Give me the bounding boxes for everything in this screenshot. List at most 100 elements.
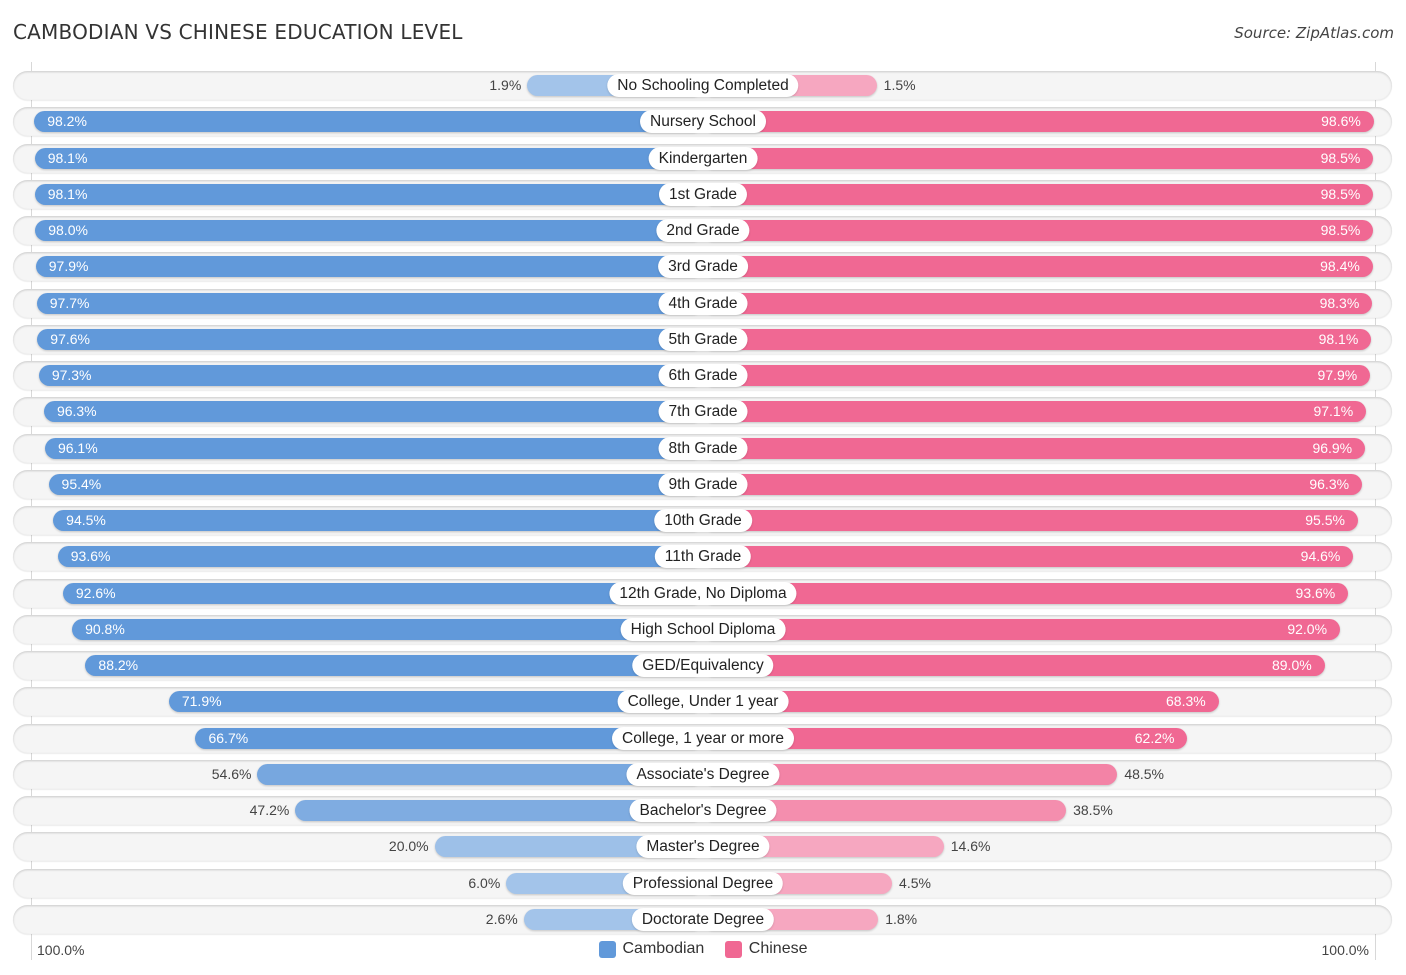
value-label-cambodian: 94.5% xyxy=(66,512,106,528)
category-label: Professional Degree xyxy=(622,871,784,895)
value-label-chinese: 92.0% xyxy=(1287,620,1328,637)
value-label-cambodian: 96.3% xyxy=(56,403,97,420)
category-label: 11th Grade xyxy=(654,545,752,569)
category-label: 8th Grade xyxy=(658,436,748,460)
value-label-chinese: 1.8% xyxy=(885,910,918,927)
bar-chinese[interactable] xyxy=(703,510,1358,531)
value-label-chinese: 96.9% xyxy=(1312,439,1353,456)
value-label-chinese: 98.6% xyxy=(1321,113,1361,130)
bar-chinese[interactable] xyxy=(703,618,1341,640)
value-label-cambodian: 95.4% xyxy=(61,475,102,492)
bar-chinese[interactable] xyxy=(703,582,1349,604)
value-label-chinese: 98.5% xyxy=(1320,149,1361,166)
bar-cambodian[interactable] xyxy=(53,510,703,531)
value-label-chinese: 62.2% xyxy=(1134,729,1175,746)
legend-swatch-chinese xyxy=(724,940,742,958)
legend-swatch-cambodian xyxy=(598,940,616,958)
legend-item-chinese[interactable]: Chinese xyxy=(724,940,808,958)
chart-area: 1.9% 1.5% No Schooling Completed 98.2% 98.6%… xyxy=(0,0,1406,975)
value-label-chinese: 98.5% xyxy=(1320,185,1361,202)
value-label-cambodian: 97.7% xyxy=(49,294,90,311)
bar-chinese[interactable] xyxy=(703,473,1363,495)
bar-cambodian[interactable] xyxy=(35,256,703,278)
bar-cambodian[interactable] xyxy=(72,618,703,640)
value-label-chinese: 93.6% xyxy=(1295,584,1336,601)
category-label: College, 1 year or more xyxy=(612,726,794,750)
legend-label-cambodian: Cambodian xyxy=(622,940,705,957)
bar-cambodian[interactable] xyxy=(34,183,703,205)
category-label: 12th Grade, No Diploma xyxy=(609,581,797,605)
value-label-chinese: 96.3% xyxy=(1309,475,1350,492)
value-label-chinese: 89.0% xyxy=(1271,657,1312,673)
bar-chinese[interactable] xyxy=(703,220,1374,241)
bar-cambodian[interactable] xyxy=(37,328,703,350)
value-label-chinese: 94.6% xyxy=(1300,548,1341,565)
bar-cambodian[interactable] xyxy=(34,147,703,169)
legend-label-chinese: Chinese xyxy=(748,940,808,957)
bar-cambodian[interactable] xyxy=(62,582,703,604)
value-label-chinese: 97.1% xyxy=(1313,403,1354,420)
bar-chinese[interactable] xyxy=(703,655,1325,676)
category-label: No Schooling Completed xyxy=(607,74,799,97)
bar-chinese[interactable] xyxy=(703,437,1366,459)
category-label: Associate's Degree xyxy=(626,762,780,786)
value-label-chinese: 1.5% xyxy=(883,77,916,93)
bar-cambodian[interactable] xyxy=(34,111,703,133)
value-label-cambodian: 6.0% xyxy=(468,874,501,891)
value-label-cambodian: 96.1% xyxy=(57,439,98,456)
value-label-cambodian: 98.0% xyxy=(48,222,88,238)
bar-cambodian[interactable] xyxy=(36,292,703,314)
category-label: 5th Grade xyxy=(658,327,748,351)
value-label-cambodian: 54.6% xyxy=(211,765,252,782)
bar-chinese[interactable] xyxy=(703,401,1367,423)
value-label-cambodian: 92.6% xyxy=(75,584,116,601)
category-label: College, Under 1 year xyxy=(617,690,789,714)
value-label-cambodian: 98.2% xyxy=(47,113,87,130)
value-label-cambodian: 20.0% xyxy=(388,838,429,855)
category-label: Bachelor's Degree xyxy=(629,799,777,822)
bar-cambodian[interactable] xyxy=(38,365,703,386)
value-label-chinese: 98.1% xyxy=(1318,330,1359,347)
category-label: Master's Degree xyxy=(636,835,770,859)
category-label: 4th Grade xyxy=(658,291,748,315)
bar-chinese[interactable] xyxy=(703,111,1374,133)
category-label: Kindergarten xyxy=(648,146,758,170)
value-label-cambodian: 47.2% xyxy=(249,802,290,818)
bar-chinese[interactable] xyxy=(703,292,1373,314)
value-label-cambodian: 71.9% xyxy=(181,693,222,710)
legend-item-cambodian[interactable]: Cambodian xyxy=(598,940,705,958)
category-label: GED/Equivalency xyxy=(632,654,774,677)
bar-chinese[interactable] xyxy=(703,147,1374,169)
bar-cambodian[interactable] xyxy=(48,473,703,495)
category-label: Nursery School xyxy=(640,110,766,134)
bar-cambodian[interactable] xyxy=(57,546,703,568)
value-label-chinese: 68.3% xyxy=(1166,693,1206,710)
value-label-cambodian: 98.1% xyxy=(47,185,88,202)
value-label-chinese: 38.5% xyxy=(1073,802,1113,818)
value-label-cambodian: 97.9% xyxy=(48,258,89,275)
value-label-chinese: 4.5% xyxy=(899,874,931,891)
category-label: 7th Grade xyxy=(658,400,748,424)
value-label-chinese: 98.4% xyxy=(1320,258,1360,275)
bar-cambodian[interactable] xyxy=(43,401,703,423)
bar-chinese[interactable] xyxy=(703,183,1374,205)
bar-cambodian[interactable] xyxy=(35,220,703,241)
category-label: 1st Grade xyxy=(658,182,748,206)
category-label: Doctorate Degree xyxy=(631,907,775,931)
category-label: High School Diploma xyxy=(620,617,786,641)
value-label-chinese: 98.3% xyxy=(1319,294,1360,311)
bar-chinese[interactable] xyxy=(703,256,1373,278)
bar-cambodian[interactable] xyxy=(44,437,703,459)
category-label: 9th Grade xyxy=(658,472,748,496)
bar-chinese[interactable] xyxy=(703,365,1371,386)
bar-chinese[interactable] xyxy=(703,546,1354,568)
bar-cambodian[interactable] xyxy=(85,655,703,676)
value-label-cambodian: 1.9% xyxy=(489,77,522,93)
legend: Cambodian Chinese xyxy=(0,940,1406,963)
category-label: 3rd Grade xyxy=(658,255,748,279)
value-label-chinese: 14.6% xyxy=(950,838,991,855)
bar-chinese[interactable] xyxy=(703,328,1372,350)
category-label: 6th Grade xyxy=(658,364,748,387)
value-label-chinese: 98.5% xyxy=(1320,222,1361,238)
value-label-cambodian: 97.6% xyxy=(50,330,90,347)
